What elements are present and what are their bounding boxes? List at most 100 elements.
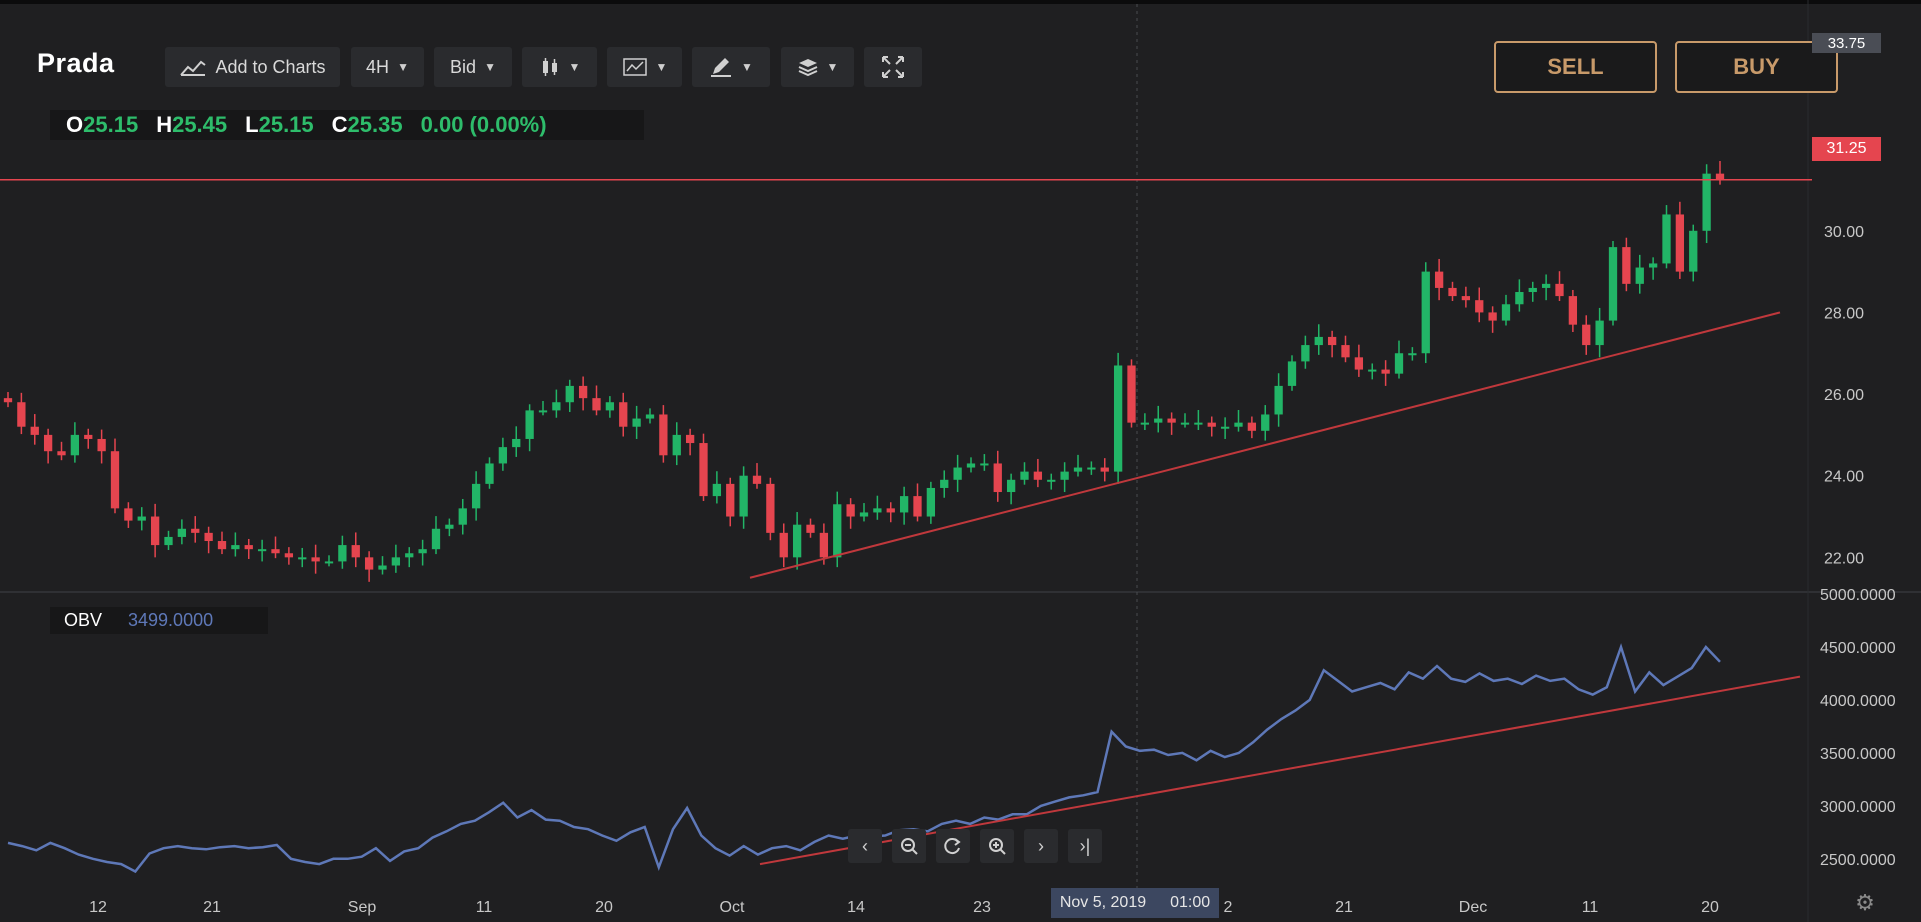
price-tick-label: 24.00: [1824, 469, 1864, 486]
candle-body: [445, 524, 454, 529]
candle-body: [1047, 479, 1056, 482]
open-value: O25.15: [66, 112, 139, 137]
candle-body: [1702, 173, 1711, 231]
chevron-right-icon: ›: [1038, 835, 1044, 856]
candle-body: [97, 438, 106, 452]
time-tick-label: Dec: [1459, 899, 1487, 916]
candle-body: [378, 565, 387, 570]
low-value: L25.15: [245, 112, 314, 137]
layers-select[interactable]: ▼: [781, 47, 854, 87]
candle-body: [271, 549, 280, 554]
zoom-out-button[interactable]: [892, 829, 926, 863]
candle-body: [1541, 283, 1551, 288]
candle-body: [1314, 336, 1323, 346]
candle-body: [1648, 263, 1658, 268]
candle-body: [1247, 422, 1257, 431]
candle-body: [1689, 230, 1698, 272]
candle-body: [1368, 369, 1377, 372]
scroll-right-button[interactable]: ›: [1024, 829, 1058, 863]
chart-navigation: ‹ › ›|: [848, 829, 1102, 865]
candle-body: [833, 504, 842, 558]
candle-body: [298, 557, 307, 560]
obv-tick-label: 4500.0000: [1820, 640, 1896, 657]
candle-body: [191, 528, 200, 533]
axis-top-tag: 33.75: [1812, 33, 1881, 53]
candle-body: [431, 528, 441, 550]
close-value: C25.35: [331, 112, 403, 137]
candle-body: [311, 557, 320, 562]
candle-body: [1207, 422, 1216, 427]
candle-body: [792, 524, 802, 558]
candle-body: [471, 483, 481, 509]
time-tick-label: 23: [973, 899, 991, 916]
reset-button[interactable]: [936, 829, 970, 863]
crosshair-date: Nov 5, 2019: [1059, 894, 1147, 911]
candle-body: [966, 463, 976, 468]
candle-body: [1127, 365, 1136, 423]
layers-icon: [798, 59, 817, 77]
obv-tick-label: 2500.0000: [1820, 852, 1896, 869]
price-type-label: Bid: [450, 56, 477, 77]
symbol-title: Prada: [37, 48, 115, 78]
time-tick-label: 14: [847, 899, 865, 916]
candle-body: [137, 516, 146, 521]
indicators-icon: [622, 58, 647, 76]
settings-gear-icon[interactable]: ⚙: [1853, 891, 1877, 915]
candle-body: [1515, 292, 1524, 305]
indicators-select[interactable]: ▼: [607, 47, 682, 87]
candle-body: [565, 385, 574, 403]
candle-body: [257, 549, 267, 552]
obv-tick-label: 3000.0000: [1820, 799, 1896, 816]
candle-body: [806, 524, 815, 533]
candle-body: [1140, 422, 1150, 425]
time-tick-label: Oct: [720, 899, 745, 916]
fullscreen-icon: [882, 56, 904, 78]
candle-body: [1020, 471, 1029, 480]
time-tick-label: 21: [203, 899, 221, 916]
scroll-to-latest-button[interactable]: ›|: [1068, 829, 1102, 863]
fullscreen-button[interactable]: [864, 47, 922, 87]
price-trendline: [749, 311, 1781, 579]
sell-button[interactable]: SELL: [1494, 41, 1657, 93]
candle-body: [1234, 422, 1243, 427]
candle-body: [1180, 422, 1190, 425]
candle-body: [859, 512, 869, 517]
candle-body: [1113, 365, 1123, 472]
drawing-tools-select[interactable]: ▼: [692, 47, 770, 87]
candle-body: [1060, 471, 1069, 480]
price-tick-label: 26.00: [1824, 387, 1864, 404]
timeframe-select[interactable]: 4H ▼: [351, 47, 424, 87]
candle-body: [1488, 312, 1497, 321]
chevron-left-icon: ‹: [862, 835, 868, 856]
candle-body: [1568, 296, 1578, 325]
price-type-select[interactable]: Bid ▼: [434, 47, 512, 87]
add-to-charts-label: Add to Charts: [215, 56, 326, 77]
zoom-in-icon: [989, 838, 1006, 855]
obv-tick-label: 5000.0000: [1820, 587, 1896, 604]
candle-body: [1274, 385, 1283, 415]
candle-body: [498, 447, 508, 464]
candle-body: [84, 434, 93, 439]
candle-body: [886, 508, 895, 513]
candle-body: [1394, 353, 1404, 374]
candle-body: [699, 443, 708, 497]
skip-end-icon: ›|: [1079, 835, 1091, 856]
candle-body: [1073, 467, 1083, 472]
candle-body: [512, 438, 521, 448]
candle-body: [30, 426, 39, 435]
candle-body: [1327, 336, 1337, 346]
candle-body: [1261, 414, 1270, 431]
add-to-charts-button[interactable]: Add to Charts: [165, 47, 340, 87]
obv-legend: OBV 3499.0000: [50, 607, 268, 634]
chart-add-icon: [180, 60, 207, 76]
chart-type-select[interactable]: ▼: [522, 47, 597, 87]
candle-body: [150, 516, 160, 546]
zoom-in-button[interactable]: [980, 829, 1014, 863]
candle-body: [1421, 271, 1430, 354]
time-tick-label: 20: [1701, 899, 1719, 916]
candle-body: [458, 508, 467, 525]
candle-body: [779, 532, 788, 558]
candle-body: [244, 545, 253, 550]
candle-body: [1715, 173, 1725, 180]
scroll-left-button[interactable]: ‹: [848, 829, 882, 863]
